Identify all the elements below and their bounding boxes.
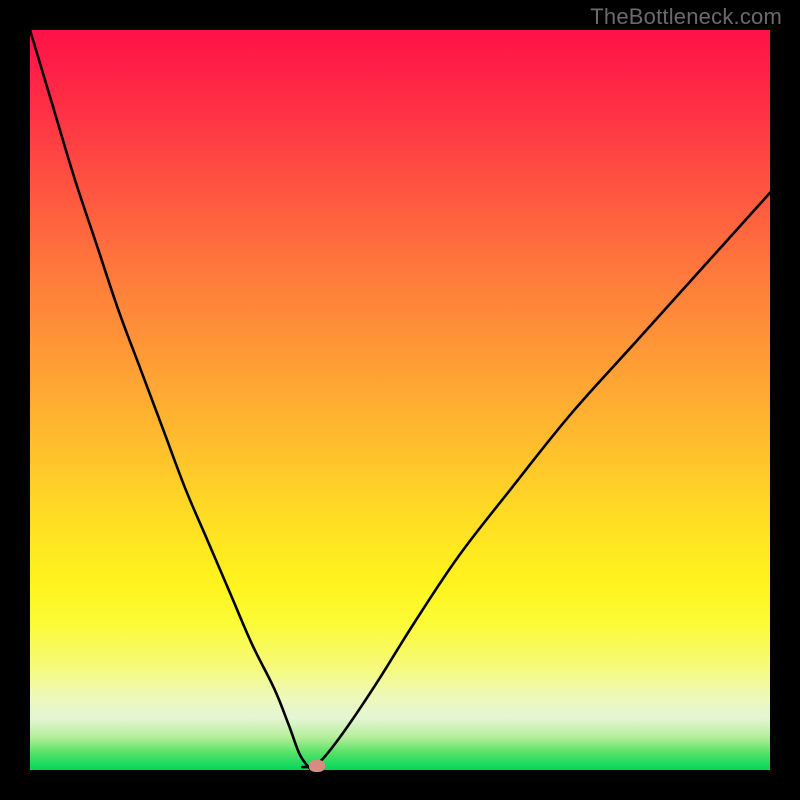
bottleneck-curve <box>30 30 770 770</box>
curve-left-branch <box>30 30 311 770</box>
optimal-point-marker <box>309 760 325 772</box>
curve-right-branch <box>311 193 770 770</box>
plot-area <box>30 30 770 770</box>
watermark-text: TheBottleneck.com <box>590 4 782 30</box>
chart-frame: TheBottleneck.com <box>0 0 800 800</box>
